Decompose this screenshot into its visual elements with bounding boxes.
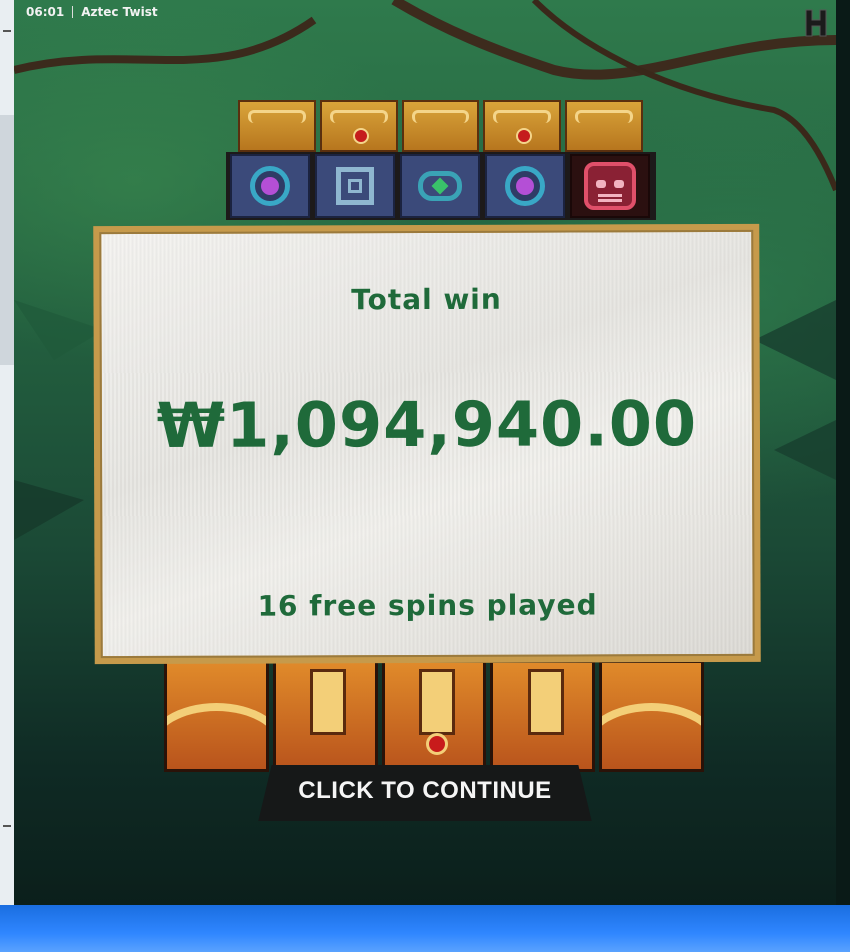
edge-tick [3,30,11,32]
game-viewport[interactable]: 06:01 Aztec Twist CLICK TO CONTINUE Tota… [14,0,836,905]
temple-tile [381,660,487,772]
green-gem-icon [400,154,480,218]
win-parchment: Total win ₩1,094,940.00 16 free spins pl… [99,229,755,659]
clock-time: 06:01 [26,5,65,19]
top-reel-frame [226,100,656,220]
win-label: Total win [351,282,502,317]
temple-tile [238,100,316,152]
continue-area: CLICK TO CONTINUE [14,765,836,821]
temple-tile [565,100,643,152]
purple-orb-icon [230,154,310,218]
red-mask-icon [570,154,650,218]
temple-top-strip [238,100,643,152]
title-separator [72,6,74,18]
temple-tile [401,100,480,152]
purple-orb-icon [485,154,565,218]
reel-symbol-row [226,152,656,220]
window-edge-notch [0,115,14,365]
continue-button[interactable]: CLICK TO CONTINUE [258,765,592,821]
red-eye-icon [352,128,369,144]
temple-tile [319,100,398,152]
monitor-left-edge [0,0,14,952]
win-amount: ₩1,094,940.00 [156,387,698,462]
temple-tile [164,660,269,772]
edge-tick [3,825,11,827]
monitor-right-edge [836,0,850,905]
free-spins-summary: 16 free spins played [257,588,598,623]
red-eye-icon [425,733,448,755]
temple-tile [599,660,704,772]
game-title: Aztec Twist [81,5,158,19]
square-glyph-icon [315,154,395,218]
temple-tile [272,660,378,772]
title-bar: 06:01 Aztec Twist [26,4,158,20]
temple-tile [483,100,562,152]
studio-logo-icon [805,9,827,37]
bottom-reel-frame [164,660,704,772]
red-eye-icon [516,128,533,144]
taskbar-strip [0,905,850,952]
win-panel: Total win ₩1,094,940.00 16 free spins pl… [93,223,761,665]
temple-tile [490,660,596,772]
